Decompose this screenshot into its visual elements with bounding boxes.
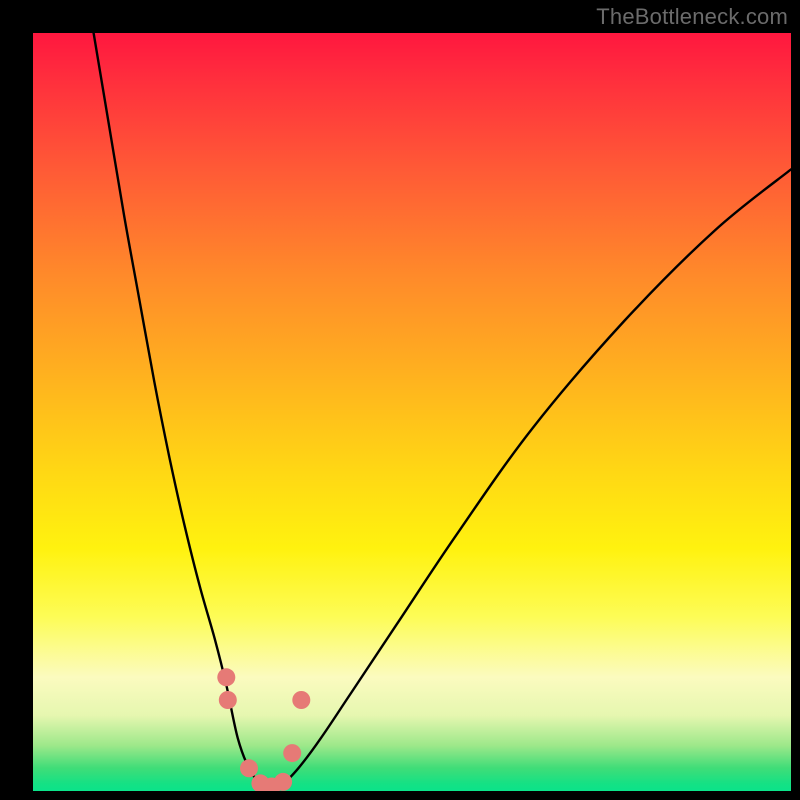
highlight-marker [283,744,301,762]
highlight-marker [292,691,310,709]
highlight-marker-group [217,668,310,791]
highlight-marker [240,759,258,777]
watermark-text: TheBottleneck.com [596,4,788,30]
highlight-marker [219,691,237,709]
bottleneck-curve-path [94,33,791,787]
plot-area [33,33,791,791]
chart-frame: TheBottleneck.com [0,0,800,800]
highlight-marker [274,773,292,791]
highlight-marker [217,668,235,686]
curve-layer [33,33,791,791]
